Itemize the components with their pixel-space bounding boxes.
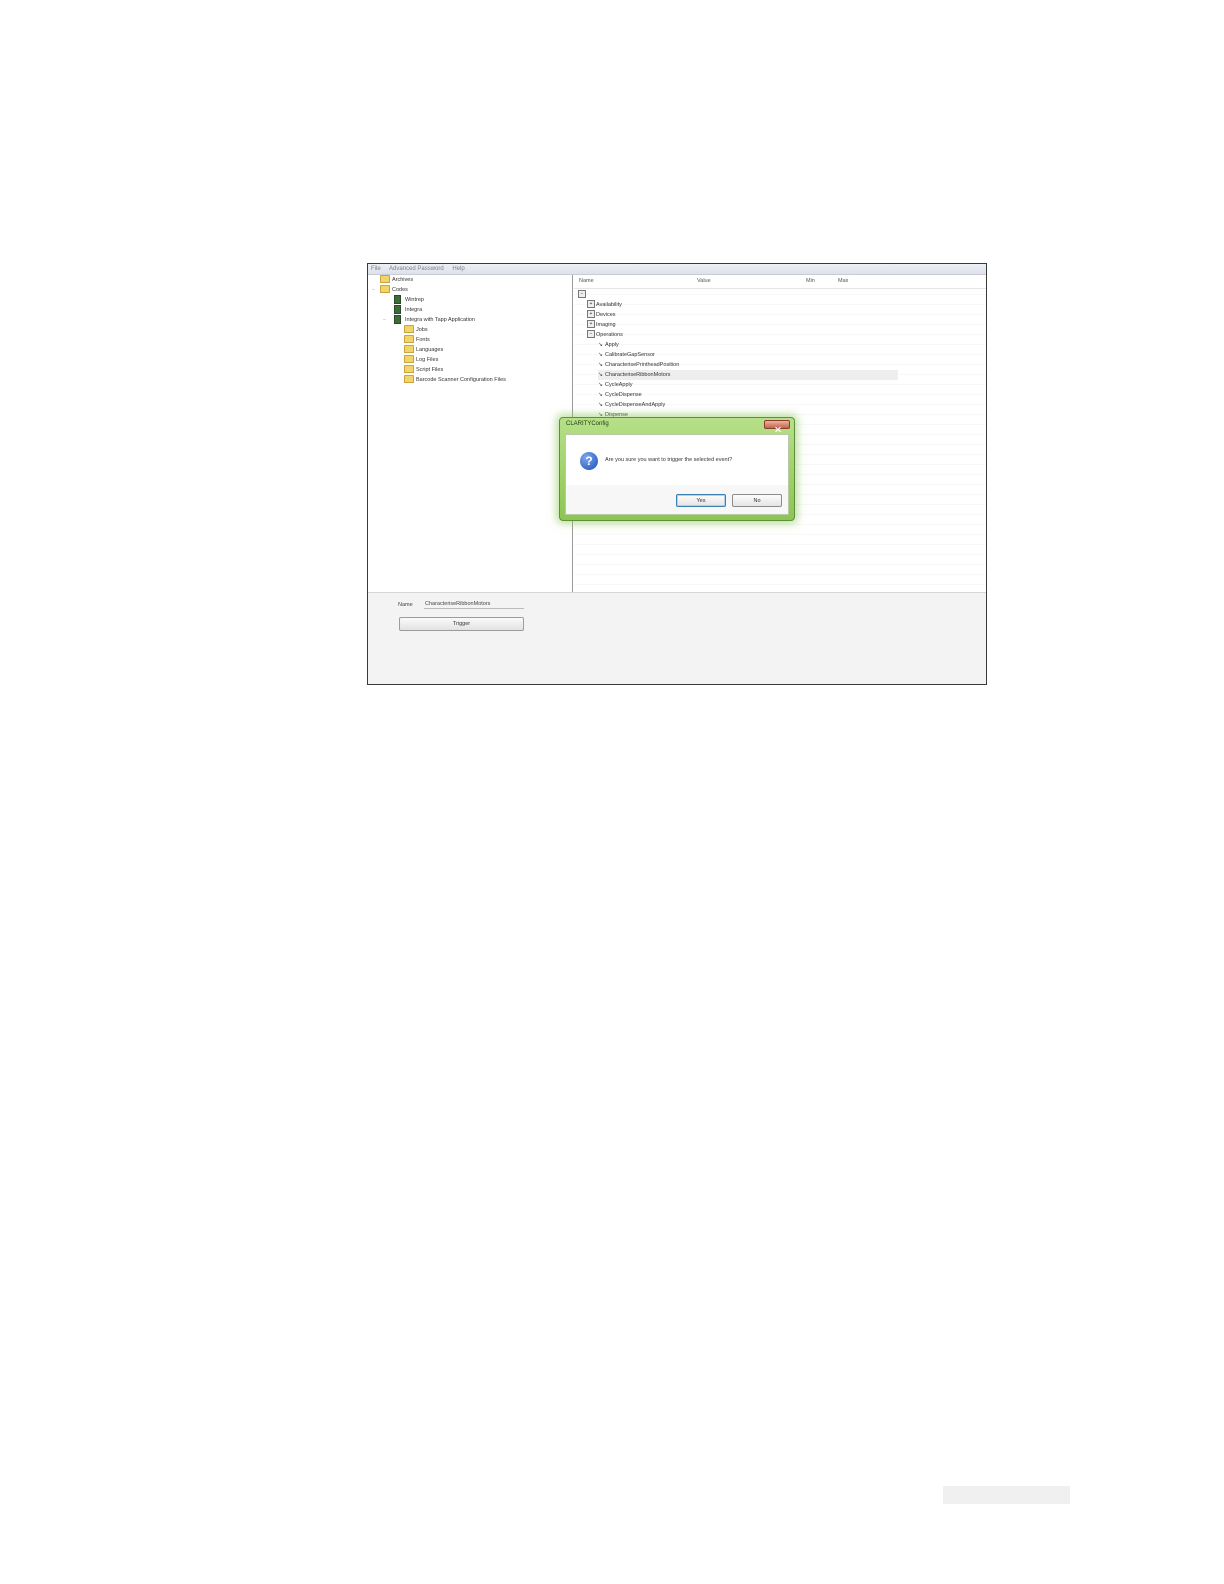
tree-item-label: Integra with Tapp Application — [405, 317, 475, 323]
tree-item-languages[interactable]: Languages — [404, 345, 443, 355]
tree-item-jobs[interactable]: Jobs — [404, 325, 428, 335]
tree-item-label: Integra — [405, 307, 423, 313]
event-arrow-icon: ↘ — [598, 362, 604, 368]
device-tree-pane: Archives − Codes Wintrep Integra − Integ… — [368, 275, 573, 592]
category-label: Imaging — [596, 322, 616, 328]
question-icon: ? — [580, 452, 598, 470]
column-header-min[interactable]: Min — [806, 275, 815, 288]
event-label: CharacterisePrintheadPosition — [605, 362, 680, 368]
folder-icon — [404, 325, 414, 334]
yes-button[interactable]: Yes — [676, 494, 726, 507]
tree-item-label: Fonts — [416, 337, 430, 343]
event-row[interactable]: ↘ CharacterisePrintheadPosition — [598, 360, 679, 370]
tree-item-label: Barcode Scanner Configuration Files — [416, 377, 506, 383]
event-label: Apply — [605, 342, 619, 348]
expand-icon[interactable]: + — [587, 310, 595, 319]
event-label: CharacteriseRibbonMotors — [605, 372, 671, 378]
tree-item-archives[interactable]: Archives — [380, 275, 413, 285]
event-row[interactable]: ↘ CalibrateGapSensor — [598, 350, 655, 360]
folder-icon — [404, 365, 414, 374]
close-button[interactable] — [764, 420, 790, 433]
menu-bar: File Advanced Password Help — [368, 264, 986, 275]
event-label: CycleApply — [605, 382, 633, 388]
name-field[interactable] — [424, 599, 524, 609]
category-row-operations[interactable]: − Operations — [587, 330, 623, 340]
dialog-title: CLARITYConfig — [566, 421, 609, 427]
expand-icon[interactable]: + — [587, 320, 595, 329]
trigger-button[interactable]: Trigger — [399, 617, 524, 631]
column-header-name[interactable]: Name — [579, 275, 594, 288]
menu-help[interactable]: Help — [452, 266, 464, 272]
event-row[interactable]: ↘ CycleApply — [598, 380, 633, 390]
printer-device-icon — [394, 314, 401, 324]
event-label: CycleDispenseAndApply — [605, 402, 666, 408]
event-row[interactable]: ↘ CycleDispenseAndApply — [598, 400, 665, 410]
event-label: CalibrateGapSensor — [605, 352, 655, 358]
collapse-icon[interactable]: − — [383, 315, 386, 325]
folder-icon — [404, 345, 414, 354]
menu-advanced-password[interactable]: Advanced Password — [389, 266, 444, 272]
dialog-body: ? Are you sure you want to trigger the s… — [565, 434, 789, 515]
category-label: Devices — [596, 312, 616, 318]
close-icon — [775, 426, 781, 433]
event-row[interactable]: ↘ CycleDispense — [598, 390, 642, 400]
event-arrow-icon: ↘ — [598, 392, 604, 398]
folder-icon — [404, 375, 414, 384]
event-arrow-icon: ↘ — [598, 342, 604, 348]
event-arrow-icon: ↘ — [598, 352, 604, 358]
tree-item-label: Languages — [416, 347, 444, 353]
tree-item-fonts[interactable]: Fonts — [404, 335, 430, 345]
folder-icon — [404, 355, 414, 364]
dialog-message: Are you sure you want to trigger the sel… — [605, 457, 733, 463]
tree-item-label: Script Files — [416, 367, 444, 373]
no-button[interactable]: No — [732, 494, 782, 507]
page-footer-bar — [943, 1486, 1070, 1504]
tree-item-label: Codes — [392, 287, 408, 293]
event-row-selected[interactable]: ↘ CharacteriseRibbonMotors — [598, 370, 898, 380]
tree-item-label: Jobs — [416, 327, 428, 333]
tree-item-label: Wintrep — [405, 297, 424, 303]
category-row-availability[interactable]: + Availability — [587, 300, 622, 310]
collapse-icon[interactable]: − — [578, 290, 586, 299]
grid-header: Name Value Min Max — [574, 275, 986, 289]
event-arrow-icon: ↘ — [598, 402, 604, 408]
folder-icon — [380, 285, 390, 294]
tree-item-label: Log Files — [416, 357, 439, 363]
column-header-value[interactable]: Value — [697, 275, 711, 288]
grid-root-row[interactable]: − — [578, 290, 587, 300]
dialog-content: ? Are you sure you want to trigger the s… — [566, 435, 788, 485]
tree-item-integra[interactable]: Integra — [394, 304, 423, 315]
event-label: CycleDispense — [605, 392, 642, 398]
folder-icon — [404, 335, 414, 344]
menu-file[interactable]: File — [371, 266, 381, 272]
tree-item-codes[interactable]: − Codes — [372, 285, 408, 295]
confirm-dialog: CLARITYConfig ? Are you sure you want to… — [559, 417, 795, 521]
clarity-config-window: File Advanced Password Help Archives − C… — [367, 263, 987, 685]
tree-item-script-files[interactable]: Script Files — [404, 365, 443, 375]
tree-item-barcode-scanner-config[interactable]: Barcode Scanner Configuration Files — [404, 375, 506, 385]
tree-item-wintrep[interactable]: Wintrep — [394, 294, 424, 305]
collapse-icon[interactable]: − — [372, 285, 375, 295]
category-label: Availability — [596, 302, 622, 308]
event-row[interactable]: ↘ Apply — [598, 340, 619, 350]
column-header-max[interactable]: Max — [838, 275, 848, 288]
category-label: Operations — [596, 332, 623, 338]
collapse-icon[interactable]: − — [587, 330, 595, 339]
event-arrow-icon: ↘ — [598, 372, 604, 378]
tree-item-log-files[interactable]: Log Files — [404, 355, 438, 365]
printer-device-icon — [394, 294, 401, 304]
category-row-imaging[interactable]: + Imaging — [587, 320, 616, 330]
tree-item-label: Archives — [392, 277, 414, 283]
folder-icon — [380, 275, 390, 284]
event-detail-panel: Name Trigger — [368, 592, 986, 684]
event-arrow-icon: ↘ — [598, 382, 604, 388]
tree-item-integra-with-tapp[interactable]: − Integra with Tapp Application — [383, 314, 475, 325]
printer-device-icon — [394, 304, 401, 314]
expand-icon[interactable]: + — [587, 300, 595, 309]
name-label: Name — [398, 602, 413, 608]
category-row-devices[interactable]: + Devices — [587, 310, 616, 320]
